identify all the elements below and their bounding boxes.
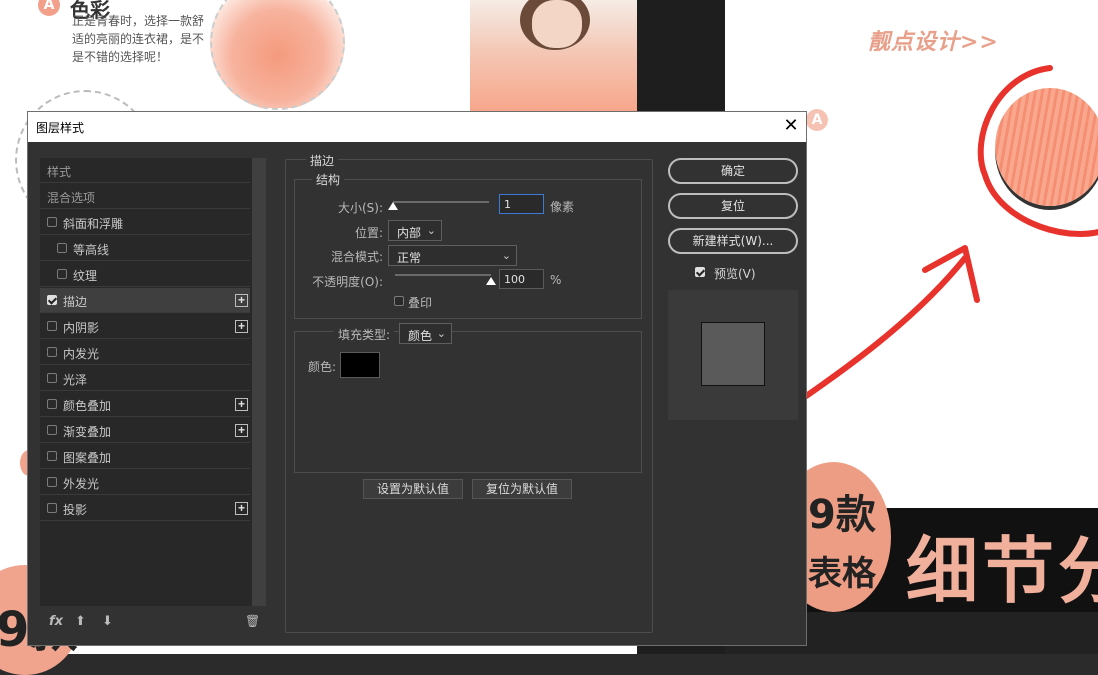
promo-headline: 细节分 xyxy=(906,528,1098,613)
style-item[interactable]: 光泽 xyxy=(40,366,250,391)
style-item-checkbox[interactable] xyxy=(47,373,57,383)
position-label: 位置: xyxy=(354,226,383,240)
style-item[interactable]: 外发光 xyxy=(40,470,250,495)
preview-label: 预览(V) xyxy=(714,267,756,281)
style-item-label: 等高线 xyxy=(73,243,110,257)
position-select-value: 内部 xyxy=(397,226,422,240)
style-list-scrollbar[interactable] xyxy=(252,158,266,606)
fill-type-label: 填充类型: xyxy=(334,326,395,343)
style-item-checkbox[interactable] xyxy=(47,399,57,409)
style-item[interactable]: 纹理 xyxy=(40,262,250,287)
blend-mode-select-value: 正常 xyxy=(397,251,422,265)
chevron-down-icon: ⌄ xyxy=(501,249,511,262)
opacity-label: 不透明度(O): xyxy=(312,275,383,289)
style-list-header[interactable]: 样式 xyxy=(40,158,250,183)
style-item[interactable]: 斜面和浮雕 xyxy=(40,210,250,235)
model-face xyxy=(532,0,582,48)
overprint-label: 叠印 xyxy=(408,296,433,310)
blend-options-item[interactable]: 混合选项 xyxy=(40,184,250,209)
size-unit: 像素 xyxy=(550,200,575,214)
style-item-checkbox[interactable] xyxy=(47,477,57,487)
style-item-label: 光泽 xyxy=(63,373,88,387)
fill-type-select[interactable]: 颜色 ⌄ xyxy=(399,323,452,344)
size-slider[interactable] xyxy=(393,201,489,203)
style-item[interactable]: 内发光 xyxy=(40,340,250,365)
ok-button[interactable]: 确定 xyxy=(668,158,798,184)
style-item-checkbox[interactable] xyxy=(47,347,57,357)
style-item[interactable]: 等高线 xyxy=(40,236,250,261)
fx-icon[interactable]: fx xyxy=(49,614,63,629)
stroke-color-swatch[interactable] xyxy=(340,352,380,378)
opacity-slider-thumb[interactable] xyxy=(486,277,496,285)
promo-count: 9款 xyxy=(808,492,876,538)
blend-options-label: 混合选项 xyxy=(47,191,96,205)
close-button[interactable]: ✕ xyxy=(776,112,806,142)
style-item[interactable]: 图案叠加 xyxy=(40,444,250,469)
style-item-checkbox[interactable] xyxy=(47,217,57,227)
style-list-footer: fx ⬆ ⬇ 🗑 xyxy=(40,606,266,636)
add-effect-icon[interactable]: + xyxy=(235,398,248,411)
dialog-titlebar[interactable]: 图层样式 ✕ xyxy=(28,112,806,142)
style-item-checkbox[interactable] xyxy=(57,269,67,279)
opacity-slider[interactable] xyxy=(395,274,491,276)
fill-type-select-value: 颜色 xyxy=(408,329,433,343)
style-item-label: 斜面和浮雕 xyxy=(63,217,124,231)
promo-table-label: 表格 xyxy=(808,554,876,594)
style-item-checkbox[interactable] xyxy=(47,503,57,513)
reset-button[interactable]: 复位 xyxy=(668,193,798,219)
style-item-checkbox[interactable] xyxy=(47,425,57,435)
preview-checkbox[interactable] xyxy=(695,267,705,277)
make-default-button[interactable]: 设置为默认值 xyxy=(363,479,463,499)
dialog-title: 图层样式 xyxy=(36,121,85,135)
add-effect-icon[interactable]: + xyxy=(235,320,248,333)
style-list: 样式 混合选项 斜面和浮雕等高线纹理描边 + 内阴影 + 内发光光泽颜色叠加 + 渐变叠加 +… xyxy=(40,158,252,606)
style-item-label: 图案叠加 xyxy=(63,451,112,465)
style-item[interactable]: 投影 + xyxy=(40,496,250,521)
overprint-checkbox[interactable] xyxy=(394,296,404,306)
opacity-input[interactable]: 100 xyxy=(499,269,544,289)
chevron-down-icon: ⌄ xyxy=(436,327,446,340)
size-input[interactable]: 1 xyxy=(499,194,544,214)
new-style-button[interactable]: 新建样式(W)... xyxy=(668,228,798,254)
style-item[interactable]: 渐变叠加 + xyxy=(40,418,250,443)
add-effect-icon[interactable]: + xyxy=(235,502,248,515)
move-up-icon[interactable]: ⬆ xyxy=(75,614,86,629)
reset-default-button[interactable]: 复位为默认值 xyxy=(472,479,572,499)
opacity-unit: % xyxy=(550,273,562,287)
layer-style-dialog: 图层样式 ✕ 样式 混合选项 斜面和浮雕 等高线 纹理 描边 + 内阴影 + 内发光 光泽 颜色叠… xyxy=(27,111,807,646)
style-item-label: 内阴影 xyxy=(63,321,100,335)
style-item-label: 外发光 xyxy=(63,477,100,491)
style-item[interactable]: 颜色叠加 + xyxy=(40,392,250,417)
style-item-checkbox[interactable] xyxy=(47,295,57,305)
style-item-label: 渐变叠加 xyxy=(63,425,112,439)
style-list-header-label: 样式 xyxy=(47,165,72,179)
chevron-down-icon: ⌄ xyxy=(426,224,436,237)
structure-group-title: 结构 xyxy=(312,171,345,188)
style-item[interactable]: 内阴影 + xyxy=(40,314,250,339)
trash-icon[interactable]: 🗑 xyxy=(245,614,260,628)
style-item-label: 描边 xyxy=(63,295,88,309)
stroke-panel-title: 描边 xyxy=(306,152,339,169)
style-item[interactable]: 描边 + xyxy=(40,288,250,313)
add-effect-icon[interactable]: + xyxy=(235,424,248,437)
color-label: 颜色: xyxy=(308,360,337,374)
style-item-label: 内发光 xyxy=(63,347,100,361)
size-slider-thumb[interactable] xyxy=(388,202,398,210)
style-item-checkbox[interactable] xyxy=(57,243,67,253)
size-label: 大小(S): xyxy=(337,201,383,215)
blend-mode-label: 混合模式: xyxy=(330,250,383,264)
style-item-label: 纹理 xyxy=(73,269,98,283)
blend-mode-select[interactable]: 正常 ⌄ xyxy=(388,245,517,266)
style-item-label: 颜色叠加 xyxy=(63,399,112,413)
color-section-text: 正是青春时，选择一款舒适的亮丽的连衣裙，是不是不错的选择呢！ xyxy=(72,14,205,64)
add-effect-icon[interactable]: + xyxy=(235,294,248,307)
position-select[interactable]: 内部 ⌄ xyxy=(388,220,442,241)
move-down-icon[interactable]: ⬇ xyxy=(102,614,113,629)
preview-thumbnail xyxy=(701,322,765,386)
style-item-checkbox[interactable] xyxy=(47,321,57,331)
style-item-label: 投影 xyxy=(63,503,88,517)
style-item-checkbox[interactable] xyxy=(47,451,57,461)
